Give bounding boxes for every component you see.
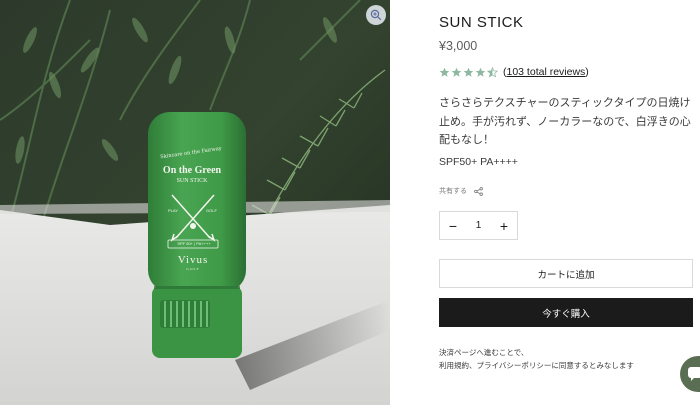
package-brand: On the Green SUN STICK <box>156 165 228 187</box>
product-title: SUN STICK <box>439 14 524 31</box>
add-to-cart-button[interactable]: カートに追加 <box>439 259 693 288</box>
product-description: さらさらテクスチャーのスティックタイプの日焼け止め。手が汚れず、ノーカラーなので… <box>439 96 691 146</box>
legal-notice: 決済ページへ進むことで、 利用規約、プライバシーポリシーに同意するとみなします <box>439 346 679 372</box>
quantity-input[interactable] <box>466 220 491 231</box>
product-price: ¥3,000 <box>439 39 478 53</box>
package-vivus: Vivus GOLF <box>160 254 226 274</box>
quantity-decrease-button[interactable]: − <box>440 212 466 239</box>
share-button[interactable]: 共有する <box>439 186 483 196</box>
rating-stars <box>439 66 498 78</box>
package-spf-strip: SPF 50+ | PA++++ <box>177 241 211 246</box>
reviews-link[interactable]: (103 total reviews) <box>503 66 589 78</box>
zoom-button[interactable] <box>366 5 386 25</box>
quantity-increase-button[interactable]: + <box>491 212 517 239</box>
package-vivus-text: Vivus <box>177 254 209 266</box>
reviews-link-text[interactable]: 103 total reviews <box>507 66 586 78</box>
quantity-stepper: − + <box>439 211 518 240</box>
package-vivus-sub: GOLF <box>186 267 200 271</box>
product-photo-art <box>0 0 390 405</box>
star-icon <box>463 67 474 77</box>
package-play-label: PLAY <box>168 208 178 213</box>
buy-now-button[interactable]: 今すぐ購入 <box>439 298 693 327</box>
share-label: 共有する <box>439 187 467 195</box>
product-rating[interactable]: (103 total reviews) <box>439 66 589 78</box>
package-brand-line2: SUN STICK <box>176 178 208 184</box>
chat-button[interactable] <box>680 356 700 392</box>
chat-icon <box>688 367 700 381</box>
product-spf: SPF50+ PA++++ <box>439 156 518 168</box>
star-icon <box>475 67 486 77</box>
star-icon <box>451 67 462 77</box>
product-photo[interactable]: Skincare on the Fairway On the Green SUN… <box>0 0 390 405</box>
legal-notice-text: 決済ページへ進むことで、 利用規約、プライバシーポリシーに同意するとみなします <box>439 348 634 370</box>
zoom-in-icon <box>370 9 382 21</box>
share-icon <box>474 186 483 196</box>
star-half-icon <box>487 66 498 77</box>
star-icon <box>439 67 450 77</box>
package-brand-line1: On the Green <box>162 165 222 176</box>
package-golf-label: GOLF <box>206 208 217 213</box>
